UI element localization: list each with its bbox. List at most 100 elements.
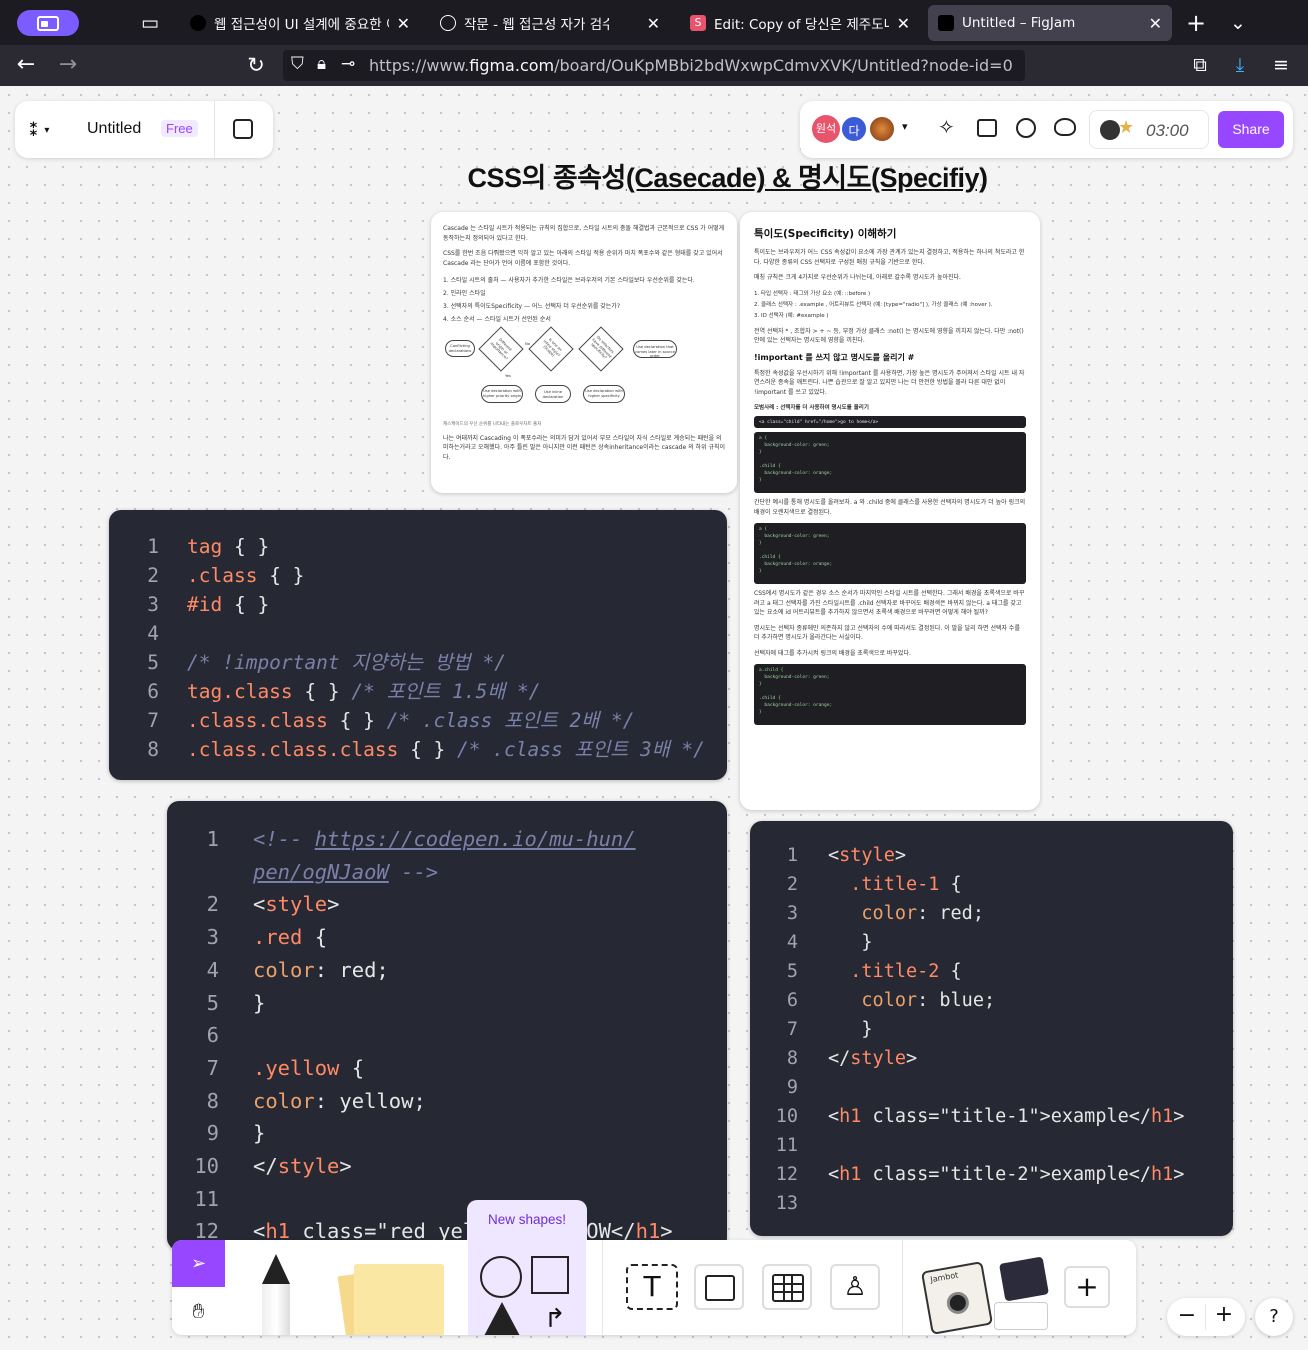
bottom-toolbar: ➢ ✋︎ ↱ T ♙ Jambot + [172, 1240, 1136, 1335]
code-token: </ [828, 1048, 851, 1069]
new-shapes-tooltip: New shapes! [467, 1200, 587, 1240]
download-icon[interactable]: ⤓ [1226, 51, 1254, 79]
text-tool[interactable]: T [626, 1264, 678, 1310]
title-part: (Specifiy) [870, 163, 988, 193]
timer-value: 03:00 [1146, 121, 1189, 140]
code-line: 10 </style> [187, 1150, 727, 1183]
doc-list-item: 1. 스타일 시트의 출처 — 사용자가 추가한 스타일은 브라우저의 기본 스… [443, 277, 695, 284]
figma-menu-button[interactable]: ⁑ ▾ [29, 117, 69, 143]
doc-list-item: 4. 소스 순서 — 스타일 시트가 선언된 순서 [443, 316, 551, 323]
jambot-label: Jambot [929, 1270, 959, 1285]
select-tool[interactable]: ➢ [172, 1240, 225, 1287]
pen-icon [262, 1254, 290, 1284]
code-token: < [253, 892, 266, 917]
code-block-specificity[interactable]: 1 tag { } 2 .class { } 3 #id { } 4 5 /* !importa… [109, 510, 727, 780]
zoom-out-button[interactable]: − [1177, 1303, 1197, 1328]
code-block-titles[interactable]: 1 <style> 2 .title-1 {3 color: red; 4 } 5 .t… [750, 821, 1233, 1236]
close-tab-icon[interactable]: ✕ [647, 14, 660, 33]
mask-icon[interactable] [1054, 118, 1076, 136]
code-line: 12 <h1 class="title-2">example</h1> [768, 1160, 1233, 1189]
menu-icon[interactable]: ≡ [1267, 51, 1295, 79]
avatar[interactable]: 다 [840, 115, 868, 143]
chevron-down-icon[interactable]: ⌄ [1224, 9, 1252, 37]
doc-cascade-card[interactable]: Cascade 는 스타일 시트가 적용되는 규칙의 집합으로, 스타일 시트의… [431, 212, 737, 493]
code-token: { } [292, 680, 352, 703]
code-snippet: a { background-color: green; } .child { … [754, 523, 1026, 584]
table-tool[interactable] [762, 1264, 812, 1310]
marker-tool[interactable] [254, 1254, 304, 1335]
doc-heading: 특이도(Specificity) 이해하기 [754, 228, 897, 240]
code-token: { [302, 925, 328, 950]
code-token: > [905, 1048, 918, 1069]
board-title[interactable]: CSS의 종속성(Casecade) & 명시도(Specifiy) [430, 156, 1025, 195]
cursor-icon: ➢ [190, 1253, 207, 1274]
jambot-widget[interactable]: Jambot [920, 1261, 994, 1335]
code-token: < [828, 845, 840, 866]
permissions-icon: ⊸ [341, 54, 356, 74]
code-widget[interactable] [999, 1256, 1049, 1302]
doc-specificity-card[interactable]: 특이도(Specificity) 이해하기 특이도는 브라우저가 어느 CSS … [740, 212, 1040, 810]
line-number: 2 [147, 564, 159, 587]
zoom-in-button[interactable]: + [1214, 1302, 1234, 1327]
url-bar[interactable]: ⛉ 🔒︎ ⊸ https://www. figma.com/board/OuKpM… [283, 50, 1025, 81]
avatar[interactable]: 원석 [812, 115, 840, 143]
code-token: { } [222, 535, 270, 558]
code-token: tag [187, 535, 223, 558]
shapes-tool[interactable]: ↱ [468, 1240, 586, 1335]
code-token: > [339, 1154, 352, 1179]
new-tab-plus-icon[interactable]: + [1182, 9, 1210, 37]
browser-tab-4-active[interactable]: Untitled – FigJam ✕ [928, 5, 1172, 41]
code-token: /* .class 포인트 3배 */ [457, 738, 705, 761]
browser-tab-3[interactable]: S Edit: Copy of 당신은 제주도내 지 ✕ [680, 5, 920, 41]
chart-widget[interactable] [994, 1302, 1048, 1330]
chevron-down-icon[interactable]: ▾ [902, 120, 908, 133]
line-number: 1 [206, 827, 219, 851]
code-line: 8 </style> [768, 1044, 1233, 1073]
hand-icon: ✋︎ [192, 1299, 205, 1323]
close-tab-icon[interactable]: ✕ [1149, 14, 1162, 33]
browser-tab-1[interactable]: 웹 접근성이 UI 설계에 중요한 이유 ✕ [180, 5, 420, 41]
code-line: 4 color: red; [187, 954, 727, 987]
code-token: } [253, 990, 266, 1015]
avatar[interactable] [868, 115, 896, 143]
flow-node: Different origin or importance? [478, 326, 524, 372]
timer-widget[interactable]: ★ 03:00 [1089, 110, 1209, 149]
file-name[interactable]: Untitled [87, 120, 141, 138]
code-token: { } [398, 738, 458, 761]
share-button[interactable]: Share [1218, 111, 1284, 148]
tab-list-icon[interactable]: ▭ [136, 9, 164, 37]
layout-icon[interactable] [977, 119, 997, 137]
close-tab-icon[interactable]: ✕ [397, 14, 410, 33]
code-token: .title-1 [850, 874, 940, 895]
code-token: { [339, 1055, 365, 1080]
reload-icon[interactable]: ↻ [242, 51, 270, 79]
code-token: { } [257, 564, 305, 587]
code-token: /* .class 포인트 2배 */ [386, 709, 635, 732]
browser-tab-bar: ▭ 웹 접근성이 UI 설계에 중요한 이유 ✕ 작문 - 웹 접근성 자가 검… [0, 0, 1308, 45]
doc-list-item: 3. 선택자의 특이도Specificity — 어느 선택자 더 우선순위를 … [443, 303, 621, 310]
file-panel: ⁑ ▾ Untitled Free [15, 101, 273, 158]
url-host: figma.com [469, 56, 555, 75]
sticky-note-tool[interactable] [337, 1264, 460, 1335]
doc-list: 1. 스타일 시트의 출처 — 사용자가 추가한 스타일은 브라우저의 기본 스… [443, 274, 725, 326]
extensions-icon[interactable]: ⧉ [1186, 51, 1214, 79]
code-token: : yellow; [314, 1088, 426, 1113]
section-tool[interactable] [694, 1264, 744, 1310]
stamp-tool[interactable]: ♙ [830, 1264, 880, 1310]
code-block-red-yellow[interactable]: 1 <!-- https://codepen.io/mu-hun/pen/ogNJ… [167, 801, 727, 1250]
divider [902, 1240, 903, 1335]
help-button[interactable]: ? [1255, 1298, 1293, 1336]
private-browsing-button[interactable] [17, 10, 79, 36]
flow-node: Conflicting declarations [445, 340, 475, 357]
ai-sparkle-icon[interactable]: ✧ [938, 115, 955, 139]
forward-arrow-icon[interactable]: → [54, 51, 82, 79]
close-tab-icon[interactable]: ✕ [897, 14, 910, 33]
comment-icon[interactable] [1016, 118, 1036, 138]
more-tools-button[interactable]: + [1064, 1266, 1110, 1308]
duplicate-icon[interactable] [233, 119, 253, 139]
title-part: CSS의 종속성 [467, 163, 626, 193]
hand-tool[interactable]: ✋︎ [172, 1288, 225, 1335]
back-arrow-icon[interactable]: ← [12, 51, 40, 79]
browser-tab-2[interactable]: 작문 - 웹 접근성 자가 검수 ✕ [430, 5, 670, 41]
code-token: < [828, 1106, 840, 1127]
